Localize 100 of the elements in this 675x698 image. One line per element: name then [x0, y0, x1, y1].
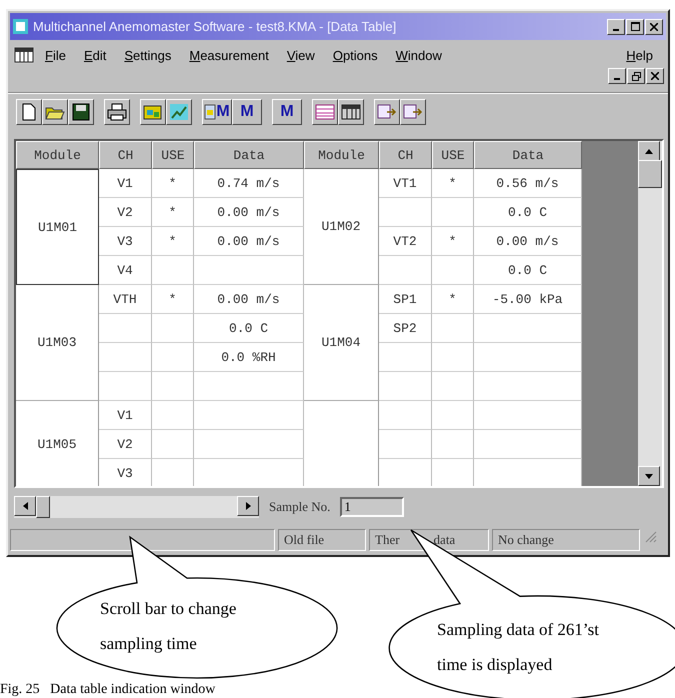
minimize-icon — [613, 28, 619, 30]
toolbar-button[interactable] — [104, 99, 130, 125]
scroll-right-button[interactable] — [237, 496, 259, 516]
use-cell — [432, 256, 474, 285]
status-text: Ther — [375, 532, 400, 548]
column-header[interactable]: USE — [152, 141, 194, 169]
status-text: No change — [498, 532, 554, 548]
column-header[interactable]: USE — [432, 141, 474, 169]
menu-item[interactable]: Window — [386, 48, 451, 62]
module-cell: U1M02 — [304, 169, 379, 285]
channel-cell: SP2 — [379, 314, 432, 343]
table-icon — [315, 104, 335, 120]
printer-icon — [107, 103, 127, 121]
use-cell — [432, 401, 474, 430]
menu-item[interactable]: View — [278, 48, 324, 62]
scroll-left-button[interactable] — [14, 496, 36, 516]
column-header[interactable]: Module — [16, 141, 99, 169]
channel-cell — [379, 430, 432, 459]
status-text: data — [434, 532, 456, 548]
toolbar-button[interactable] — [312, 99, 338, 125]
use-cell — [432, 198, 474, 227]
channel-cell: VTH — [99, 285, 152, 314]
channel-cell: V2 — [99, 430, 152, 459]
use-cell: * — [152, 198, 194, 227]
scroll-down-button[interactable] — [638, 466, 660, 486]
channel-cell: V1 — [99, 401, 152, 430]
toolbar-button[interactable] — [16, 99, 42, 125]
use-cell — [432, 314, 474, 343]
document-icon[interactable] — [14, 47, 34, 63]
channel-cell — [99, 343, 152, 372]
column-header[interactable]: CH — [379, 141, 432, 169]
toolbar-button[interactable] — [374, 99, 400, 125]
close-icon — [651, 72, 659, 80]
use-cell — [152, 314, 194, 343]
channel-cell: V2 — [99, 198, 152, 227]
toolbar-button[interactable] — [68, 99, 94, 125]
restore-button[interactable] — [627, 68, 645, 84]
grid-icon — [204, 103, 216, 121]
vertical-scrollbar[interactable] — [638, 141, 662, 486]
toolbar-button[interactable]: M — [202, 99, 232, 125]
close-button[interactable] — [646, 68, 664, 84]
minimize-button[interactable] — [608, 68, 626, 84]
menu-item[interactable]: Help — [617, 48, 662, 62]
channel-cell — [379, 256, 432, 285]
channel-cell: VT1 — [379, 169, 432, 198]
toolbar-button[interactable]: M — [272, 99, 302, 125]
up-arrow-icon — [645, 148, 653, 154]
use-cell — [432, 343, 474, 372]
use-cell: * — [432, 227, 474, 256]
use-cell: * — [432, 285, 474, 314]
column-header[interactable]: Data — [194, 141, 304, 169]
use-cell — [432, 430, 474, 459]
copy-icon — [377, 103, 397, 121]
toolbar-button[interactable]: M — [232, 99, 262, 125]
menu-item[interactable]: File — [36, 48, 75, 62]
use-cell — [152, 401, 194, 430]
callout-text: Sampling data of 261’st time is displayed — [437, 619, 600, 676]
scroll-thumb[interactable] — [36, 496, 50, 518]
column-header[interactable]: Module — [304, 141, 379, 169]
maximize-icon — [630, 22, 640, 31]
use-cell: * — [152, 285, 194, 314]
maximize-button[interactable] — [626, 18, 644, 34]
minimize-button[interactable] — [607, 18, 625, 34]
channel-cell — [379, 198, 432, 227]
sample-number-field[interactable]: 1 — [340, 497, 404, 517]
column-header[interactable]: CH — [99, 141, 152, 169]
minimize-icon — [614, 78, 620, 80]
channel-cell: V4 — [99, 256, 152, 285]
menu-item[interactable]: Measurement — [180, 48, 278, 62]
toolbar-button[interactable] — [42, 99, 68, 125]
data-cell: 0.00 m/s — [194, 227, 304, 256]
channel-cell: SP1 — [379, 285, 432, 314]
scroll-up-button[interactable] — [638, 141, 660, 161]
module-cell: U1M04 — [304, 285, 379, 401]
scroll-thumb[interactable] — [638, 160, 662, 188]
toolbar-button[interactable] — [166, 99, 192, 125]
menu-item[interactable]: Options — [324, 48, 387, 62]
resize-grip-icon[interactable] — [643, 529, 657, 543]
copy-icon — [403, 103, 423, 121]
menu-item[interactable]: Edit — [74, 48, 116, 62]
horizontal-scrollbar[interactable] — [14, 496, 259, 518]
channel-cell — [379, 343, 432, 372]
status-text: Old file — [284, 532, 324, 548]
channel-cell: VT2 — [379, 227, 432, 256]
toolbar-button[interactable] — [400, 99, 426, 125]
channel-cell: V3 — [99, 459, 152, 486]
module-cell: U1M01 — [16, 169, 99, 285]
toolbar-button[interactable] — [140, 99, 166, 125]
toolbar-button[interactable] — [338, 99, 364, 125]
data-cell: 0.00 m/s — [194, 198, 304, 227]
use-cell: * — [432, 169, 474, 198]
data-cell: 0.0 C — [194, 314, 304, 343]
save-icon — [72, 103, 90, 121]
menu-item[interactable]: Settings — [115, 48, 180, 62]
use-cell — [432, 372, 474, 401]
restore-icon — [632, 72, 640, 80]
column-header[interactable]: Data — [474, 141, 582, 169]
close-button[interactable] — [645, 18, 663, 34]
use-cell — [152, 256, 194, 285]
channel-cell — [99, 314, 152, 343]
